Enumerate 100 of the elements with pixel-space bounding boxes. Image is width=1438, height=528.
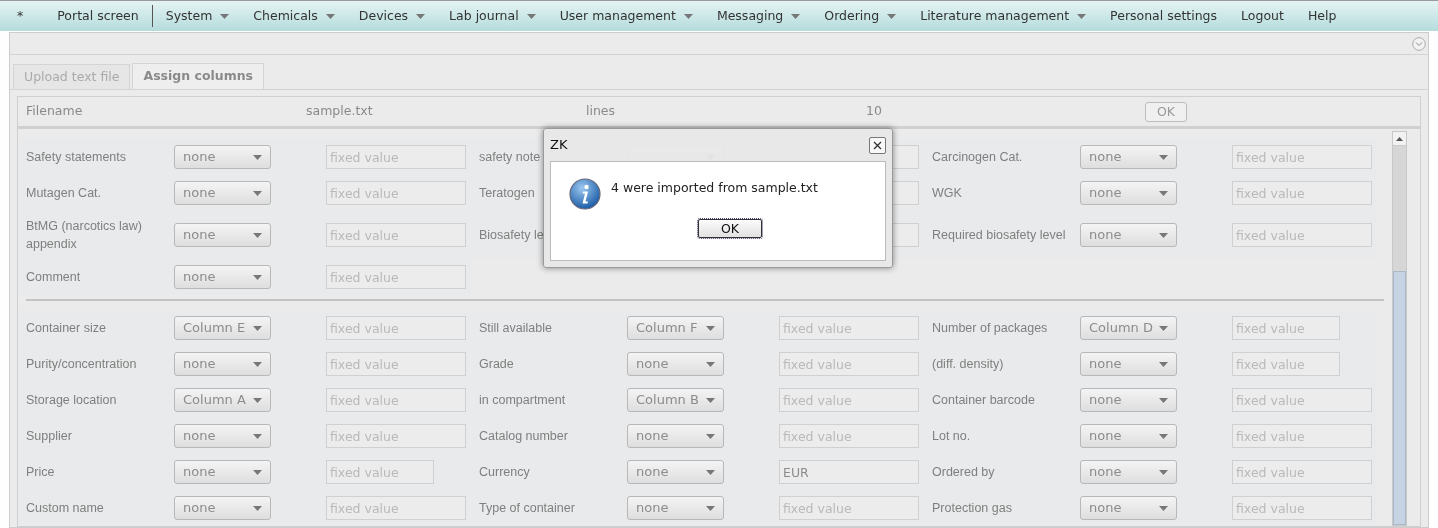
menu-item[interactable]: Personal settings xyxy=(1098,1,1230,31)
field-label: in compartment xyxy=(479,392,566,409)
column-select[interactable]: none xyxy=(627,352,724,376)
menu-item[interactable]: Ordering xyxy=(812,1,909,31)
caret-icon xyxy=(1077,13,1087,19)
menu-item[interactable]: * xyxy=(11,1,30,31)
column-select[interactable]: none xyxy=(174,352,271,376)
column-select[interactable]: none xyxy=(1080,352,1177,376)
column-select[interactable]: none xyxy=(1080,181,1177,205)
column-select[interactable]: Column B xyxy=(627,388,724,412)
caret-icon xyxy=(1159,232,1168,238)
menu-item[interactable]: Literature management xyxy=(908,1,1099,31)
dialog-ok-button[interactable]: OK xyxy=(698,219,762,238)
column-select[interactable]: Column F xyxy=(627,316,724,340)
caret-icon xyxy=(1159,325,1168,331)
field-label: Type of container xyxy=(479,500,575,517)
caret-icon xyxy=(706,397,715,403)
caret-icon xyxy=(1159,397,1168,403)
column-select[interactable]: none xyxy=(627,424,724,448)
caret-icon xyxy=(1159,505,1168,511)
fixed-value-input[interactable]: EUR xyxy=(779,460,919,484)
column-select[interactable]: none xyxy=(174,424,271,448)
field-label: Mutagen Cat. xyxy=(26,185,102,202)
column-select[interactable]: none xyxy=(627,496,724,520)
field-label: Number of packages xyxy=(932,320,1048,337)
menu-item[interactable]: System xyxy=(153,1,242,31)
dialog-message: 4 were imported from sample.txt xyxy=(611,179,818,197)
field-label: safety note xyxy=(479,149,541,166)
menu-item[interactable]: Lab journal xyxy=(437,1,548,31)
caret-icon xyxy=(253,325,262,331)
caret-icon xyxy=(1159,154,1168,160)
caret-icon xyxy=(1159,469,1168,475)
menu-item[interactable]: Help xyxy=(1295,1,1349,31)
info-icon xyxy=(569,178,601,210)
tab[interactable]: Upload text file xyxy=(13,64,131,89)
field-label: Purity/concentration xyxy=(26,356,137,373)
caret-icon xyxy=(253,433,262,439)
column-select[interactable]: Column D xyxy=(1080,316,1177,340)
scroll-up-icon[interactable] xyxy=(1396,136,1403,141)
close-button[interactable] xyxy=(869,136,886,154)
caret-icon xyxy=(683,13,693,19)
caret-icon xyxy=(220,13,230,19)
menu-item[interactable]: Portal screen xyxy=(45,1,151,31)
column-select[interactable]: Column A xyxy=(174,388,271,412)
menu-item[interactable]: Devices xyxy=(346,1,438,31)
column-select[interactable]: none xyxy=(1080,145,1177,169)
caret-icon xyxy=(253,274,262,280)
caret-icon xyxy=(253,469,262,475)
menu-item[interactable]: Chemicals xyxy=(241,1,347,31)
menu-item[interactable]: Messaging xyxy=(704,1,813,31)
column-select[interactable]: none xyxy=(174,496,271,520)
field-label: Carcinogen Cat. xyxy=(932,149,1023,166)
menu-item[interactable]: Logout xyxy=(1229,1,1296,31)
column-select[interactable]: none xyxy=(1080,496,1177,520)
column-select[interactable]: none xyxy=(1080,388,1177,412)
lines-value: 10 xyxy=(866,102,883,121)
field-label: Currency xyxy=(479,464,530,481)
field-label: Container size xyxy=(26,320,106,337)
field-label: Supplier xyxy=(26,428,72,445)
menu-item[interactable]: User management xyxy=(547,1,705,31)
caret-icon xyxy=(253,190,262,196)
field-label: Teratogen xyxy=(479,185,535,202)
field-label: Custom name xyxy=(26,500,104,517)
close-icon xyxy=(873,140,882,150)
caret-icon xyxy=(706,325,715,331)
field-label: Price xyxy=(26,464,55,481)
caret-icon xyxy=(253,361,262,367)
caret-icon xyxy=(706,361,715,367)
caret-icon xyxy=(887,13,897,19)
caret-icon xyxy=(253,232,262,238)
column-select[interactable]: none xyxy=(174,145,271,169)
column-select[interactable]: none xyxy=(1080,223,1177,247)
column-select[interactable]: none xyxy=(1080,460,1177,484)
dialog-title: ZK xyxy=(550,136,568,155)
column-select[interactable]: none xyxy=(174,223,271,247)
field-label: Still available xyxy=(479,320,552,337)
caret-icon xyxy=(526,13,536,19)
caret-icon xyxy=(1159,433,1168,439)
caret-icon xyxy=(253,505,262,511)
field-label: Comment xyxy=(26,269,81,286)
caret-icon xyxy=(706,433,715,439)
column-select[interactable]: none xyxy=(174,265,271,289)
field-label: Catalog number xyxy=(479,428,568,445)
column-select[interactable]: none xyxy=(174,181,271,205)
tab[interactable]: Assign columns xyxy=(132,63,265,89)
lines-label: lines xyxy=(586,102,617,121)
caret-icon xyxy=(253,154,262,160)
column-select[interactable]: none xyxy=(174,460,271,484)
column-select[interactable]: none xyxy=(627,460,724,484)
caret-icon xyxy=(1159,361,1168,367)
filename-value: sample.txt xyxy=(306,102,374,121)
caret-icon xyxy=(1159,190,1168,196)
column-select[interactable]: none xyxy=(1080,424,1177,448)
field-label: BtMG (narcotics law) appendix xyxy=(26,218,143,253)
column-select[interactable]: Column E xyxy=(174,316,271,340)
caret-icon xyxy=(253,397,262,403)
ok-button[interactable]: OK xyxy=(1145,101,1188,122)
filename-label: Filename xyxy=(26,102,84,121)
caret-icon xyxy=(416,13,426,19)
scrollbar[interactable] xyxy=(1392,131,1407,526)
